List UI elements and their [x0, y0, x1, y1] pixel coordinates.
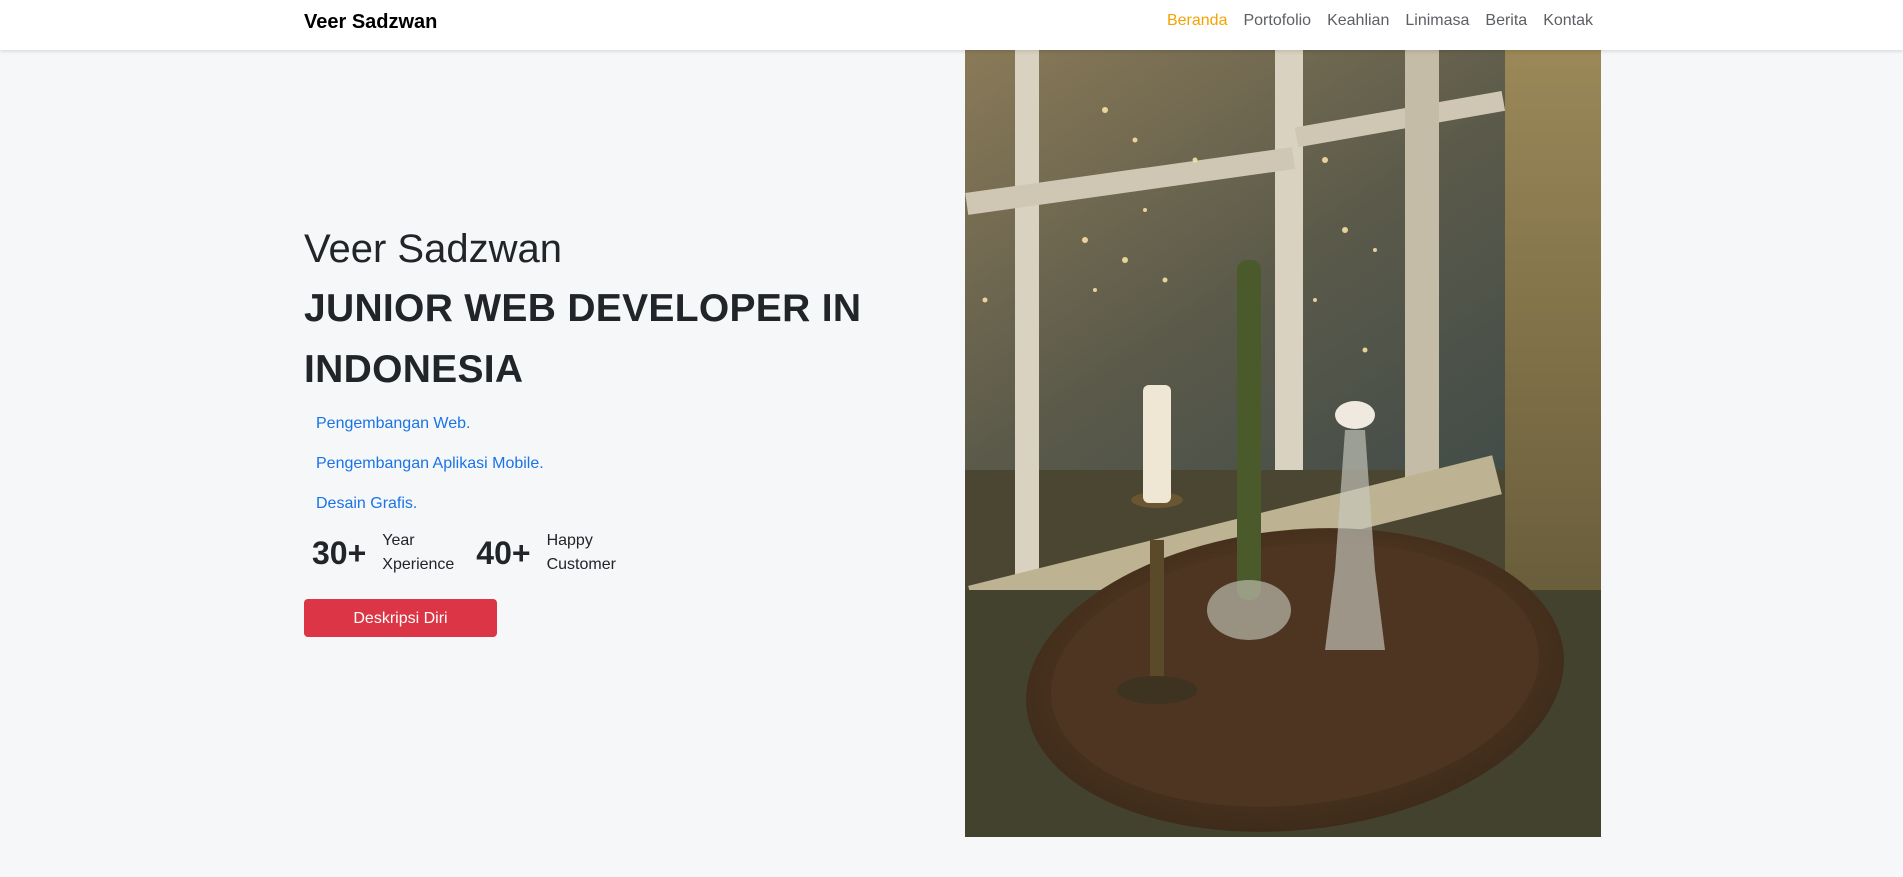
- stat-number: 40+: [476, 534, 531, 571]
- stat-label-line2: Customer: [546, 556, 616, 573]
- hero-photo: [965, 50, 1601, 837]
- nav-link-linimasa[interactable]: Linimasa: [1405, 12, 1469, 29]
- service-item-web: Pengembangan Web.: [316, 415, 471, 432]
- hero-title-line1: JUNIOR WEB DEVELOPER IN: [304, 287, 862, 330]
- nav-link-beranda[interactable]: Beranda: [1167, 12, 1228, 29]
- stat-label: Happy Customer: [547, 529, 627, 577]
- brand-logo-link[interactable]: Veer Sadzwan: [304, 11, 437, 33]
- stat-experience: 30+ Year Xperience: [312, 529, 462, 577]
- stat-label-line1: Happy: [546, 532, 593, 549]
- stat-customers: 40+ Happy Customer: [476, 529, 626, 577]
- stat-label-line2: Xperience: [382, 556, 455, 573]
- stat-label: Year Xperience: [382, 529, 462, 577]
- about-me-button[interactable]: Deskripsi Diri: [304, 599, 497, 637]
- nav-menu: Beranda Portofolio Keahlian Linimasa Ber…: [1167, 11, 1593, 31]
- service-item-mobile: Pengembangan Aplikasi Mobile.: [316, 455, 544, 472]
- stats-row: 30+ Year Xperience 40+ Happy Customer: [312, 529, 924, 577]
- hero-title-line2: INDONESIA: [304, 348, 524, 391]
- service-item-design: Desain Grafis.: [316, 495, 418, 512]
- hero-name: Veer Sadzwan: [304, 227, 562, 271]
- nav-link-kontak[interactable]: Kontak: [1543, 12, 1593, 29]
- stat-label-line1: Year: [382, 532, 415, 549]
- navbar: Veer Sadzwan Beranda Portofolio Keahlian…: [0, 0, 1903, 50]
- nav-link-keahlian[interactable]: Keahlian: [1327, 12, 1389, 29]
- services-list: Pengembangan Web. Pengembangan Aplikasi …: [316, 414, 924, 514]
- hero-section: Veer Sadzwan JUNIOR WEB DEVELOPER IN IND…: [304, 220, 924, 637]
- stat-number: 30+: [312, 534, 367, 571]
- nav-link-portofolio[interactable]: Portofolio: [1243, 12, 1311, 29]
- nav-link-berita[interactable]: Berita: [1485, 12, 1527, 29]
- hero-title: JUNIOR WEB DEVELOPER IN INDONESIA: [304, 278, 924, 400]
